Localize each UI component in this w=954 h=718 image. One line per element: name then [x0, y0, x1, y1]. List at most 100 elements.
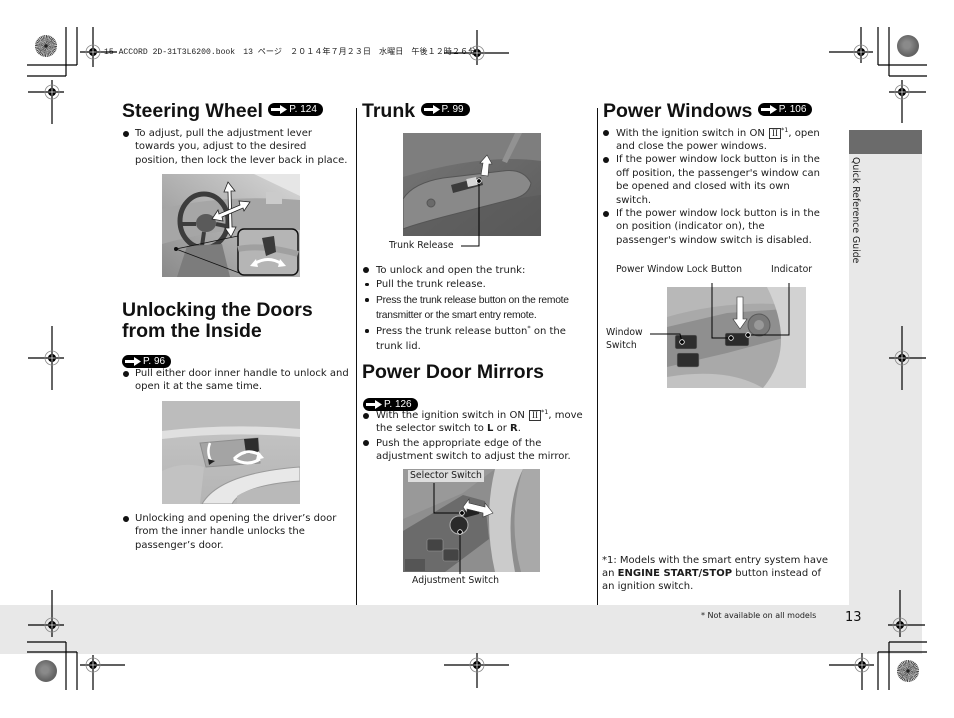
trunk-page-ref-link[interactable]: P. 99 — [420, 103, 470, 116]
list-item: With the ignition switch in ON II *1, mov… — [363, 409, 591, 436]
arrow-right-icon — [125, 357, 141, 366]
door-handle-illustration — [162, 401, 300, 504]
availability-note: * Not available on all models — [701, 611, 817, 620]
list-item: With the ignition switch in ON II *1, ope… — [603, 126, 827, 154]
arrow-right-icon — [271, 105, 288, 114]
trunk-instructions: To unlock and open the trunk: Pull the t… — [363, 264, 591, 355]
bullet-icon — [603, 156, 609, 163]
trunk-heading: Trunk P. 99 — [362, 101, 470, 122]
list-item: Unlocking and opening the driver’s door … — [123, 512, 351, 552]
column-divider — [355, 108, 357, 605]
bullet-text: To unlock and open the trunk: — [376, 265, 526, 276]
step-text: Press the trunk release button on the re… — [376, 294, 569, 322]
page-number: 13 — [845, 610, 862, 625]
bullet-text: Unlocking and opening the driver’s door … — [135, 513, 337, 551]
selector-position-right: R — [510, 423, 518, 435]
list-item: Push the appropriate edge of the adjustm… — [363, 437, 591, 464]
power-door-mirrors-heading: Power Door Mirrors — [362, 362, 544, 383]
bullet-text: . — [517, 423, 521, 435]
steering-wheel-title: Steering Wheel — [122, 100, 263, 122]
adjustment-switch-callout: Adjustment Switch — [412, 575, 500, 586]
bullet-icon — [363, 440, 369, 447]
mirror-switch-illustration — [403, 469, 540, 572]
bullet-text: With the ignition switch in ON — [376, 410, 525, 421]
power-door-mirrors-bullets: With the ignition switch in ON II *1, mov… — [363, 409, 591, 464]
print-registration-disc — [35, 35, 57, 57]
footnote-smart-entry: *1: Models with the smart entry system h… — [602, 554, 830, 593]
print-registration-disc — [35, 660, 57, 682]
section-tab-label: Quick Reference Guide — [850, 157, 861, 264]
bullet-icon — [603, 130, 609, 137]
list-item: Pull either door inner handle to unlock … — [123, 367, 351, 394]
steering-wheel-bullets: To adjust, pull the adjustment lever tow… — [123, 127, 351, 167]
page-ref-text: P. 124 — [289, 104, 317, 115]
unlocking-doors-title-line1: Unlocking the Doors — [122, 299, 313, 321]
footnote-marker: *1: — [602, 554, 617, 566]
bullet-icon — [123, 370, 129, 377]
bullet-text: Pull either door inner handle to unlock … — [135, 368, 349, 393]
column-divider — [596, 108, 598, 605]
bullet-text: Push the appropriate edge of the adjustm… — [376, 437, 571, 463]
bullet-icon — [123, 515, 129, 522]
unlocking-doors-title-line2: from the Inside — [122, 320, 262, 342]
bullet-text: or — [493, 423, 510, 435]
page-ref-text: P. 99 — [441, 104, 464, 115]
lock-button-callout: Power Window Lock Button — [616, 264, 742, 275]
selector-switch-callout: Selector Switch — [408, 470, 484, 482]
step-text: Press the trunk release button — [376, 325, 528, 337]
list-item: Press the trunk release button on the re… — [363, 293, 591, 324]
section-tab-marker — [849, 130, 922, 154]
page-ref-text: P. 106 — [778, 104, 807, 115]
steering-wheel-page-ref-link[interactable]: P. 124 — [268, 103, 323, 116]
trunk-title: Trunk — [362, 100, 416, 122]
trunk-release-illustration — [403, 133, 541, 236]
engine-start-stop-label: ENGINE START/STOP — [617, 567, 733, 579]
power-windows-title: Power Windows — [603, 100, 753, 122]
steering-wheel-illustration — [162, 174, 300, 277]
list-item: Press the trunk release button* on the t… — [363, 324, 591, 355]
registration-crosshair — [894, 84, 910, 100]
bullet-text: If the power window lock button is in th… — [616, 207, 820, 246]
arrow-right-icon — [366, 400, 382, 409]
power-windows-heading: Power Windows P. 106 — [603, 100, 813, 122]
power-windows-page-ref-link[interactable]: P. 106 — [757, 103, 813, 116]
arrow-right-icon — [423, 105, 440, 114]
bullet-text: With the ignition switch in ON — [616, 127, 765, 139]
power-door-mirrors-title: Power Door Mirrors — [362, 361, 545, 383]
list-item: Pull the trunk release. — [363, 277, 591, 293]
list-item: If the power window lock button is in th… — [603, 153, 827, 207]
registration-crosshair — [853, 44, 869, 60]
ignition-position-symbol: II — [769, 127, 781, 139]
steering-wheel-heading: Steering Wheel P. 124 — [122, 101, 323, 122]
bullet-icon — [363, 267, 369, 274]
print-header-info: 15 ACCORD 2D-31T3L6200.book 13 ページ ２０１４年… — [104, 48, 477, 57]
power-windows-bullets: With the ignition switch in ON II *1, ope… — [603, 126, 827, 248]
bullet-text: If the power window lock button is in th… — [616, 154, 820, 206]
power-window-switch-illustration — [667, 287, 806, 388]
registration-crosshair — [469, 657, 485, 673]
bullet-icon — [363, 412, 369, 419]
bullet-icon — [123, 130, 129, 137]
small-bullet-icon — [365, 282, 369, 287]
registration-crosshair — [854, 657, 870, 673]
registration-crosshair — [85, 657, 101, 673]
unlocking-doors-heading: Unlocking the Doors from the Inside — [122, 300, 313, 342]
arrow-right-icon — [760, 105, 777, 114]
trunk-release-callout: Trunk Release — [389, 240, 454, 251]
window-switch-callout: Window Switch — [606, 327, 643, 351]
list-item: If the power window lock button is in th… — [603, 207, 827, 247]
small-bullet-icon — [365, 329, 369, 333]
registration-crosshair — [44, 84, 60, 100]
small-bullet-icon — [365, 298, 369, 302]
list-item: To adjust, pull the adjustment lever tow… — [123, 127, 351, 167]
list-item: To unlock and open the trunk: — [363, 264, 591, 277]
registration-crosshair — [44, 350, 60, 366]
step-text: Pull the trunk release. — [376, 279, 486, 290]
registration-crosshair — [85, 44, 101, 60]
bullet-icon — [603, 210, 609, 217]
unlocking-doors-note: Unlocking and opening the driver’s door … — [123, 512, 351, 552]
indicator-callout: Indicator — [771, 264, 813, 275]
bullet-text: To adjust, pull the adjustment lever tow… — [135, 128, 348, 166]
unlocking-doors-bullets: Pull either door inner handle to unlock … — [123, 367, 351, 394]
print-registration-disc — [897, 35, 919, 57]
